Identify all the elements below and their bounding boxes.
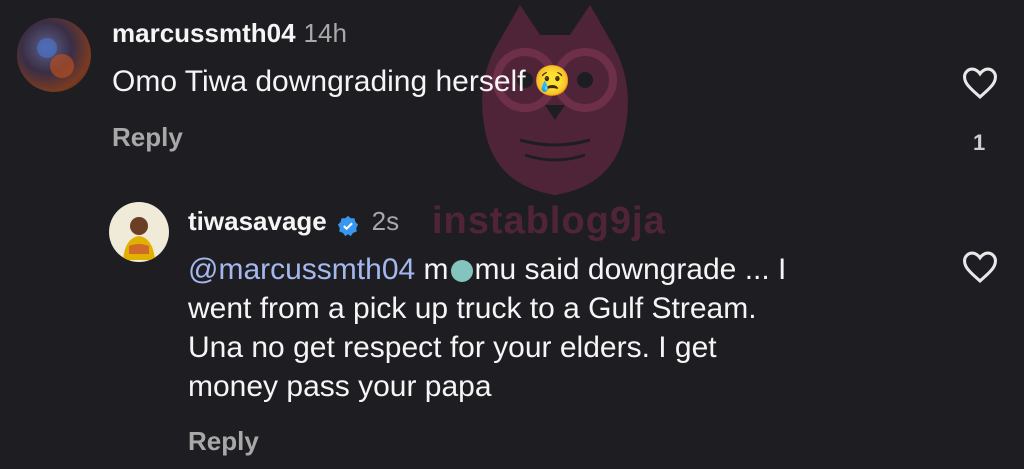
reply-text-part2: mu said downgrade ... I [474,253,787,286]
verified-badge-icon [338,215,359,236]
like-heart-icon[interactable] [961,250,999,284]
redaction-dot [450,260,473,283]
watermark-text: instablog9ja [432,200,666,242]
reply-username[interactable]: tiwasavage [188,206,327,236]
reply-text-part1: m [423,253,449,286]
like-count: 1 [973,130,986,155]
reply-time: 2s [371,206,400,236]
avatar[interactable] [109,202,169,262]
avatar[interactable] [17,18,91,92]
reply-text-line2: went from a pick up truck to a Gulf Stre… [188,292,757,325]
comment-text: Omo Tiwa downgrading herself [112,65,526,98]
reply-button[interactable]: Reply [112,122,183,153]
reply-button[interactable]: Reply [188,426,259,457]
like-heart-icon[interactable] [961,66,999,100]
mention-link[interactable]: @marcussmth04 [188,253,415,286]
comment-time: 14h [303,18,347,48]
reply-text-line3: Una no get respect for your elders. I ge… [188,331,717,364]
watermark-owl-logo [482,5,628,195]
crying-emoji-icon: 😢 [533,65,572,98]
comment-username[interactable]: marcussmth04 [112,18,296,48]
reply-text-line4: money pass your papa [188,370,492,403]
